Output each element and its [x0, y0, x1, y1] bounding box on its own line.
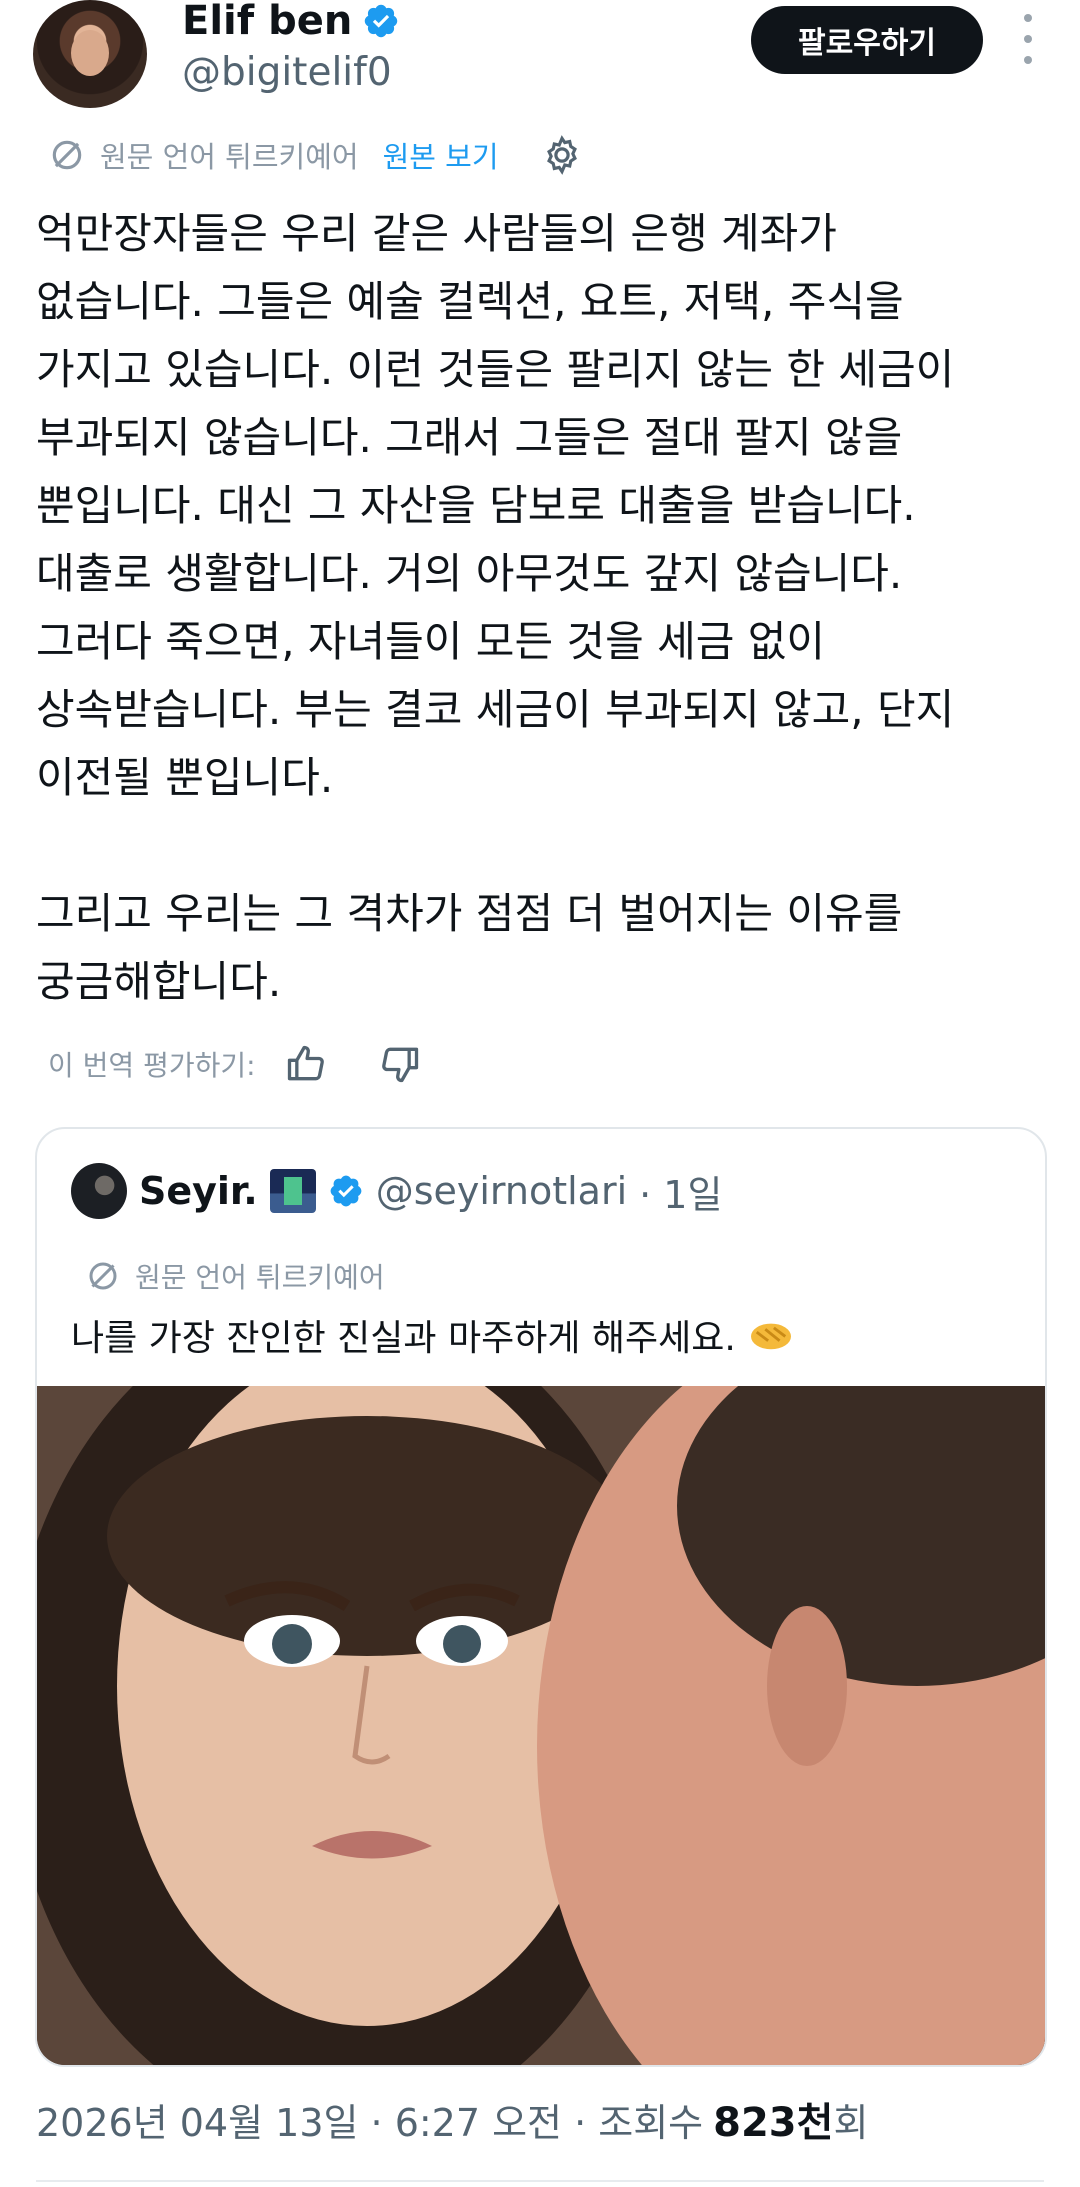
tweet-date[interactable]: 2026년 04월 13일 · 6:27 오전 · 조회수 — [36, 2092, 703, 2147]
gear-icon[interactable] — [541, 134, 583, 176]
quoted-tweet-image[interactable] — [37, 1386, 1045, 2065]
divider — [36, 2180, 1044, 2182]
show-original-link[interactable]: 원본 보기 — [383, 134, 499, 176]
quoted-tweet-text-row: 나를 가장 잔인한 진실과 마주하게 해주세요. — [71, 1309, 794, 1361]
author-handle[interactable]: @bigitelif0 — [182, 50, 392, 95]
crying-woman-photo — [37, 1386, 1045, 2065]
thumbs-up-icon[interactable] — [284, 1042, 328, 1086]
quoted-translation-bar: 원문 언어 튀르키예어 — [85, 1253, 385, 1299]
verified-badge-icon — [365, 4, 398, 38]
quoted-author-handle[interactable]: @seyirnotlari — [376, 1169, 627, 1213]
translation-bar: 원문 언어 튀르키예어 원본 보기 — [48, 130, 583, 180]
quoted-translation-label: 원문 언어 튀르키예어 — [135, 1261, 385, 1294]
quoted-tweet-card[interactable]: Seyir. @seyirnotlari · 1일 원문 언어 튀르키예어 나를… — [35, 1127, 1047, 2067]
quoted-author-avatar[interactable] — [71, 1163, 127, 1219]
quoted-tweet-header: Seyir. @seyirnotlari · 1일 — [71, 1161, 722, 1221]
author-name-row[interactable]: Elif ben — [182, 0, 400, 44]
view-count: 823천 — [713, 2100, 834, 2146]
rate-translation-row: 이 번역 평가하기: — [48, 1036, 422, 1092]
more-vertical-icon[interactable] — [1010, 14, 1046, 64]
translation-label: 원문 언어 튀르키예어 — [100, 140, 359, 174]
city-emoji-icon — [269, 1169, 316, 1213]
translate-icon — [89, 1262, 117, 1290]
translate-icon — [52, 140, 82, 170]
quoted-tweet-time: · 1일 — [639, 1172, 723, 1217]
author-avatar[interactable] — [33, 0, 147, 108]
rate-translation-label: 이 번역 평가하기: — [48, 1049, 256, 1082]
quoted-tweet-text: 나를 가장 잔인한 진실과 마주하게 해주세요. — [71, 1318, 736, 1359]
author-display-name[interactable]: Elif ben — [182, 0, 352, 44]
view-count-suffix: 회 — [833, 2101, 869, 2145]
handshake-emoji-icon — [750, 1323, 791, 1350]
quoted-author-name[interactable]: Seyir. — [139, 1169, 258, 1213]
tweet-meta: 2026년 04월 13일 · 6:27 오전 · 조회수 823천 회 — [36, 2090, 868, 2148]
tweet-text: 억만장자들은 우리 같은 사람들의 은행 계좌가 없습니다. 그들은 예술 컬렉… — [36, 209, 955, 1006]
follow-button[interactable]: 팔로우하기 — [751, 6, 983, 74]
thumbs-down-icon[interactable] — [378, 1042, 422, 1086]
verified-badge-icon — [330, 1175, 362, 1207]
